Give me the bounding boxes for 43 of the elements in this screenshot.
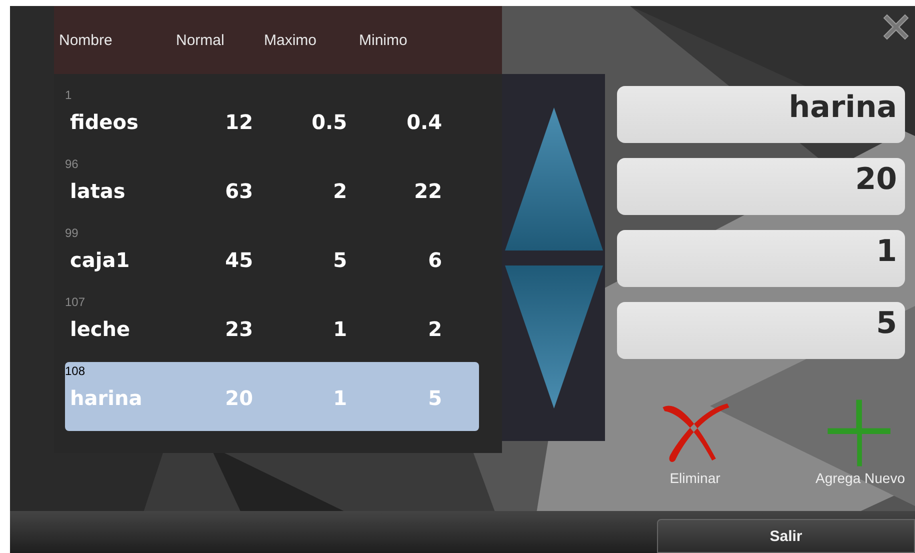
table-cell-text: 0.4 (406, 110, 442, 134)
table-row[interactable]: 1 fideos 12 0.5 0.4 (65, 86, 479, 155)
table-cell-text: 63 (224, 179, 253, 203)
table-cell-text: caja1 (69, 248, 131, 272)
row-id: 108 (65, 364, 86, 378)
table-cell-text: 2 (427, 317, 442, 341)
table-cell-text: harina (69, 386, 144, 410)
table-cell-text: 1 (332, 317, 347, 341)
row-id: 99 (65, 226, 80, 240)
table-row[interactable]: 107 leche 23 1 2 (65, 293, 479, 362)
table-cell-text: 2 (332, 179, 347, 203)
table-cell-text: fideos (69, 110, 140, 134)
table-cell-text: 23 (224, 317, 253, 341)
scroll-down-icon[interactable] (504, 264, 602, 410)
row-id: 107 (65, 295, 86, 309)
table-cell-text: leche (69, 317, 132, 341)
table-cell-text: 0.5 (310, 110, 347, 134)
exit-button[interactable]: Salir (657, 519, 915, 553)
column-header: Maximo (264, 32, 318, 48)
close-icon[interactable] (881, 12, 911, 42)
input-field[interactable]: 5 (617, 302, 905, 359)
table-cell-text: 45 (224, 248, 253, 272)
table-cell-text: latas (69, 179, 126, 203)
table-row[interactable]: 99 caja1 45 5 6 (65, 224, 479, 293)
scroll-up-icon[interactable] (504, 106, 602, 252)
add-button[interactable]: Agrega Nuevo (815, 398, 905, 486)
row-id: 96 (65, 157, 80, 171)
input-field[interactable]: 20 (617, 158, 905, 215)
row-id: 1 (65, 88, 73, 102)
column-header: Normal (176, 32, 226, 48)
table-cell-text: 20 (224, 386, 253, 410)
table-cell-text: 22 (413, 179, 442, 203)
table-cell-text: 6 (427, 248, 442, 272)
input-field[interactable]: harina (617, 86, 905, 143)
table-cell-text: 5 (427, 386, 442, 410)
column-header: Nombre (59, 32, 114, 48)
table-cell-text: 12 (224, 110, 253, 134)
table-row[interactable]: 96 latas 63 2 22 (65, 155, 479, 224)
column-header: Minimo (359, 32, 408, 48)
table-cell-text: 5 (332, 248, 347, 272)
selected-row[interactable]: 108 harina 20 1 5 (65, 362, 479, 431)
input-field[interactable]: 1 (617, 230, 905, 287)
table-cell-text: 1 (332, 386, 347, 410)
